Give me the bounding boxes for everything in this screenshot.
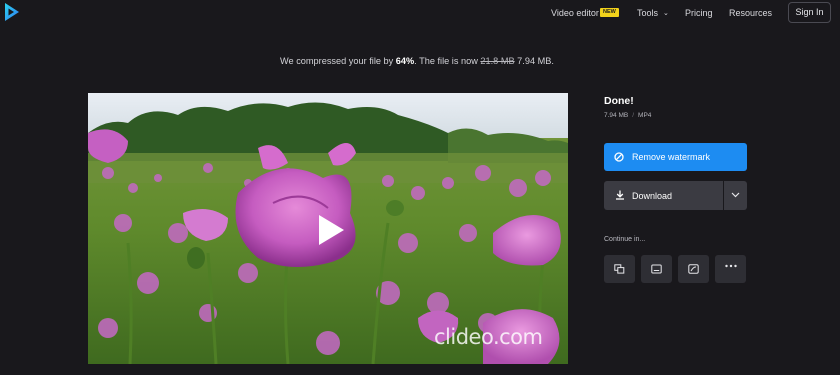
merge-icon	[614, 264, 625, 274]
meta-separator: /	[632, 112, 635, 119]
download-button[interactable]: Download	[604, 181, 723, 210]
chevron-down-icon: ⌄	[663, 10, 669, 17]
compression-message: We compressed your file by 64%. The file…	[0, 56, 834, 66]
message-middle: . The file is now	[414, 56, 481, 66]
top-navigation-bar: Video editor NEW Tools ⌄ Pricing Resource…	[0, 0, 840, 26]
video-preview[interactable]: clideo.com	[88, 93, 568, 364]
remove-watermark-label: Remove watermark	[632, 152, 711, 162]
download-label: Download	[632, 191, 673, 201]
done-title: Done!	[604, 95, 634, 107]
download-options-button[interactable]	[724, 181, 747, 210]
new-size: 7.94 MB.	[517, 56, 554, 66]
nav-tools[interactable]: Tools ⌄	[637, 8, 669, 18]
remove-watermark-button[interactable]: Remove watermark	[604, 143, 747, 171]
clideo-logo[interactable]	[2, 2, 21, 22]
continue-subtitles-button[interactable]	[641, 255, 672, 283]
original-size: 21.8 MB	[480, 56, 515, 66]
continue-speed-button[interactable]	[678, 255, 709, 283]
no-watermark-icon	[614, 152, 624, 162]
nav-resources[interactable]: Resources	[729, 8, 772, 18]
nav-video-editor[interactable]: Video editor	[551, 8, 599, 18]
compression-percent: 64%	[395, 56, 415, 66]
message-prefix: We compressed your file by	[280, 56, 396, 66]
file-meta: 7.94 MB / MP4	[604, 112, 651, 119]
sign-in-button[interactable]: Sign In	[788, 2, 831, 23]
nav-pricing[interactable]: Pricing	[685, 8, 713, 18]
clideo-watermark: clideo.com	[434, 325, 543, 349]
more-options-icon	[725, 264, 737, 268]
download-icon	[616, 190, 624, 200]
nav-tools-label: Tools	[637, 8, 659, 18]
file-format: MP4	[638, 112, 652, 119]
new-badge: NEW	[600, 8, 619, 17]
speed-icon	[688, 264, 699, 274]
subtitles-icon	[651, 264, 662, 274]
more-tools-button[interactable]	[715, 255, 746, 283]
play-icon[interactable]	[316, 213, 346, 247]
chevron-down-icon	[731, 192, 740, 198]
file-size: 7.94 MB	[604, 112, 629, 119]
continue-in-label: Continue in...	[604, 236, 646, 243]
continue-merge-button[interactable]	[604, 255, 635, 283]
